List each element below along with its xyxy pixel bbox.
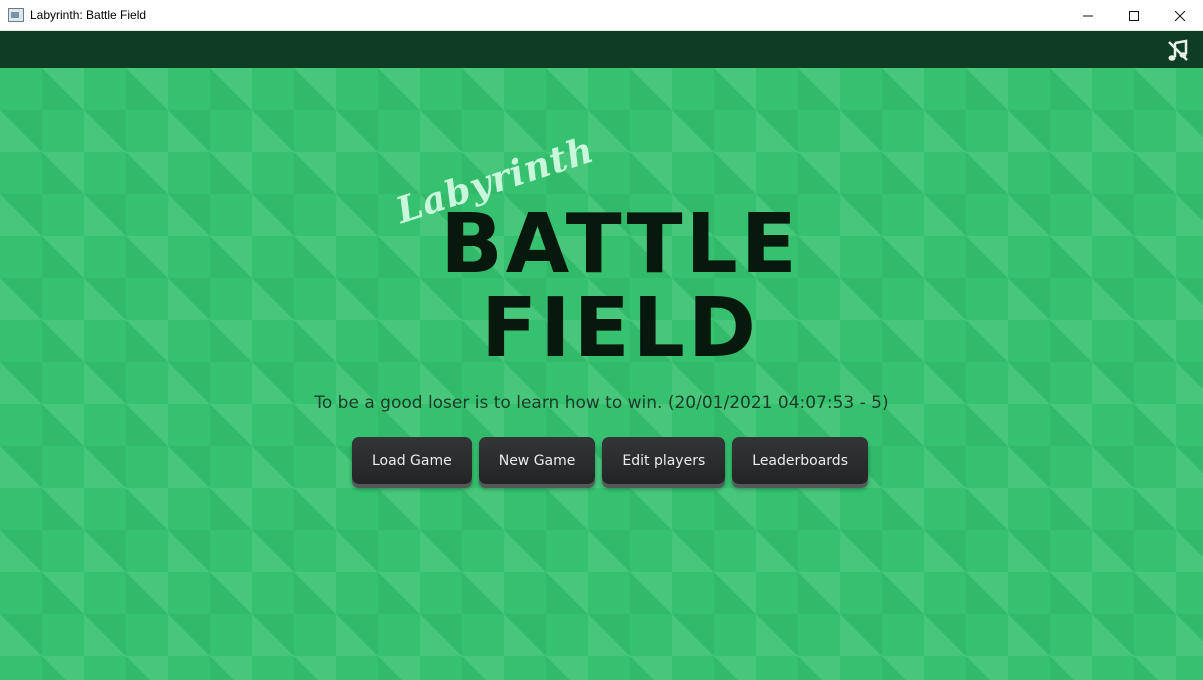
minimize-icon (1083, 15, 1093, 16)
minimize-button[interactable] (1065, 0, 1111, 31)
window-controls (1065, 0, 1203, 31)
edit-players-button[interactable]: Edit players (602, 437, 726, 484)
logo-line-field: FIELD (481, 281, 759, 376)
window-title: Labyrinth: Battle Field (30, 8, 147, 22)
load-game-button[interactable]: Load Game (352, 437, 472, 484)
maximize-icon (1129, 10, 1139, 21)
music-off-icon (1168, 39, 1188, 61)
window-titlebar: Labyrinth: Battle Field (0, 0, 1203, 31)
close-icon (1175, 10, 1185, 21)
game-logo: BATTLE FIELD (350, 203, 890, 371)
main-menu: Load Game New Game Edit players Leaderbo… (352, 437, 868, 484)
close-button[interactable] (1157, 0, 1203, 31)
main-menu-screen: Labyrinth BATTLE FIELD To be a good lose… (0, 68, 1203, 680)
new-game-button[interactable]: New Game (478, 437, 596, 484)
music-toggle-button[interactable] (1165, 38, 1191, 64)
maximize-button[interactable] (1111, 0, 1157, 31)
app-top-bar (0, 31, 1203, 68)
daily-quote: To be a good loser is to learn how to wi… (314, 393, 889, 413)
app-icon (8, 8, 24, 22)
logo-line-battle: BATTLE (440, 197, 800, 292)
leaderboards-button[interactable]: Leaderboards (732, 437, 868, 484)
